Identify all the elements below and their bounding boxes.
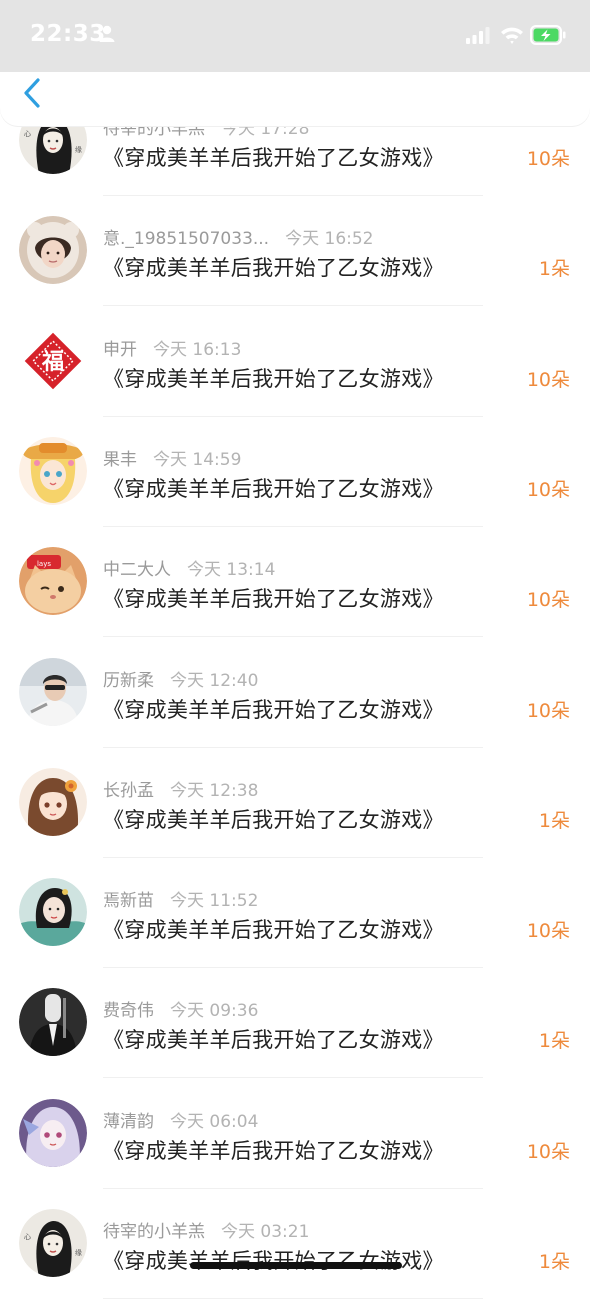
- user-info: 焉新苗 今天 11:52: [103, 886, 258, 911]
- user-info: 长孙孟 今天 12:38: [103, 776, 258, 801]
- timestamp: 今天 12:38: [170, 780, 259, 801]
- home-indicator: [190, 1262, 402, 1269]
- book-title: 《穿成美羊羊后我开始了乙女游戏》: [103, 476, 444, 501]
- avatar-girl-bear-hood[interactable]: [19, 216, 87, 285]
- svg-text:福: 福: [41, 350, 64, 375]
- person-icon: [99, 25, 115, 42]
- user-info: 申开 今天 16:13: [103, 335, 241, 360]
- wifi-icon: [501, 27, 523, 44]
- list-item[interactable]: 长孙孟 今天 12:38 《穿成美羊羊后我开始了乙女游戏》 1朵: [0, 748, 590, 858]
- svg-text:缘: 缘: [75, 145, 82, 154]
- timestamp: 今天 16:52: [285, 229, 374, 250]
- list-item[interactable]: 费奇伟 今天 09:36 《穿成美羊羊后我开始了乙女游戏》 1朵: [0, 968, 590, 1079]
- flower-count: 10朵: [526, 1140, 570, 1163]
- book-title: 《穿成美羊羊后我开始了乙女游戏》: [103, 1028, 444, 1053]
- list-item[interactable]: lays 中二大人 今天 13:14 《穿成美羊羊后我开始了乙女游戏》 10朵: [0, 527, 590, 638]
- avatar-girl-ink[interactable]: 心缘: [19, 1209, 87, 1277]
- flower-count: 10朵: [526, 589, 570, 612]
- user-name[interactable]: 申开: [103, 340, 137, 360]
- battery-icon: [530, 25, 566, 45]
- flower-count: 1朵: [538, 258, 570, 281]
- svg-text:缘: 缘: [75, 1248, 82, 1257]
- user-info: 薄清韵 今天 06:04: [103, 1107, 258, 1132]
- book-title: 《穿成美羊羊后我开始了乙女游戏》: [103, 918, 444, 943]
- list-item[interactable]: 福 申开 今天 16:13 《穿成美羊羊后我开始了乙女游戏》 10朵: [0, 307, 590, 417]
- status-bar: 22:33: [0, 0, 590, 72]
- signal-icon: [466, 27, 490, 44]
- user-name[interactable]: 焉新苗: [103, 891, 154, 911]
- book-title: 《穿成美羊羊后我开始了乙女游戏》: [103, 587, 444, 612]
- book-title: 《穿成美羊羊后我开始了乙女游戏》: [103, 697, 444, 722]
- list-item[interactable]: 历新柔 今天 12:40 《穿成美羊羊后我开始了乙女游戏》 10朵: [0, 638, 590, 748]
- timestamp: 今天 09:36: [170, 1001, 259, 1022]
- user-name[interactable]: 意._19851507033...: [103, 229, 269, 249]
- list-item[interactable]: 薄清韵 今天 06:04 《穿成美羊羊后我开始了乙女游戏》 10朵: [0, 1079, 590, 1189]
- book-title: 《穿成美羊羊后我开始了乙女游戏》: [103, 146, 444, 170]
- timestamp: 今天 12:40: [170, 670, 259, 691]
- avatar-girl-hanfu[interactable]: [19, 878, 87, 947]
- user-info: 费奇伟 今天 09:36: [103, 996, 258, 1021]
- list-item[interactable]: 心缘待宰的小羊羔 今天 03:21 《穿成美羊羊后我开始了乙女游戏》 1朵: [0, 1189, 590, 1299]
- flower-count: 10朵: [526, 368, 570, 391]
- user-info: 待宰的小羊羔 今天 03:21: [103, 1217, 309, 1242]
- user-name[interactable]: 薄清韵: [103, 1112, 154, 1132]
- avatar-cat[interactable]: lays: [19, 547, 87, 616]
- user-name[interactable]: 费奇伟: [103, 1001, 154, 1021]
- flower-count: 10朵: [526, 478, 570, 501]
- user-info: 中二大人 今天 13:14: [103, 555, 275, 580]
- timestamp: 今天 16:13: [153, 339, 242, 360]
- svg-text:心: 心: [24, 130, 31, 138]
- avatar-anime-brown[interactable]: [19, 767, 87, 836]
- svg-text:lays: lays: [37, 560, 51, 568]
- status-time: 22:33: [30, 21, 106, 47]
- list-item[interactable]: 果丰 今天 14:59 《穿成美羊羊后我开始了乙女游戏》 10朵: [0, 417, 590, 527]
- timestamp: 今天 11:52: [170, 891, 259, 912]
- list-item[interactable]: 意._19851507033... 今天 16:52 《穿成美羊羊后我开始了乙女游戏…: [0, 196, 590, 307]
- book-title: 《穿成美羊羊后我开始了乙女游戏》: [103, 366, 444, 391]
- user-name[interactable]: 果丰: [103, 450, 137, 470]
- avatar-suit-dark[interactable]: [19, 988, 87, 1057]
- user-name[interactable]: 待宰的小羊羔: [103, 1222, 205, 1242]
- flower-count: 1朵: [538, 1251, 570, 1273]
- book-title: 《穿成美羊羊后我开始了乙女游戏》: [103, 807, 444, 832]
- avatar-anime-blonde[interactable]: [19, 436, 87, 505]
- flower-count: 10朵: [526, 148, 570, 170]
- flower-count: 1朵: [538, 1030, 570, 1053]
- book-title: 《穿成美羊羊后我开始了乙女游戏》: [103, 256, 444, 281]
- back-button[interactable]: [14, 72, 50, 112]
- user-name[interactable]: 历新柔: [103, 671, 154, 691]
- flower-count: 10朵: [526, 920, 570, 943]
- avatar-anime-purple[interactable]: [19, 1098, 87, 1167]
- list-item[interactable]: 焉新苗 今天 11:52 《穿成美羊羊后我开始了乙女游戏》 10朵: [0, 858, 590, 969]
- timestamp: 今天 03:21: [221, 1222, 310, 1242]
- timestamp: 今天 14:59: [153, 449, 242, 470]
- user-info: 果丰 今天 14:59: [103, 445, 241, 470]
- book-title: 《穿成美羊羊后我开始了乙女游戏》: [103, 1249, 444, 1273]
- timestamp: 今天 06:04: [170, 1111, 259, 1132]
- user-info: 意._19851507033... 今天 16:52: [103, 224, 374, 249]
- book-title: 《穿成美羊羊后我开始了乙女游戏》: [103, 1138, 444, 1163]
- user-info: 历新柔 今天 12:40: [103, 666, 258, 691]
- timestamp: 今天 13:14: [187, 560, 276, 581]
- avatar-man-car[interactable]: [19, 657, 87, 726]
- avatar-fu-papercut[interactable]: 福: [19, 326, 87, 395]
- flower-count: 1朵: [538, 809, 570, 832]
- user-name[interactable]: 中二大人: [103, 560, 171, 580]
- user-name[interactable]: 长孙孟: [103, 781, 154, 801]
- flower-count: 10朵: [526, 699, 570, 722]
- svg-text:心: 心: [24, 1233, 31, 1241]
